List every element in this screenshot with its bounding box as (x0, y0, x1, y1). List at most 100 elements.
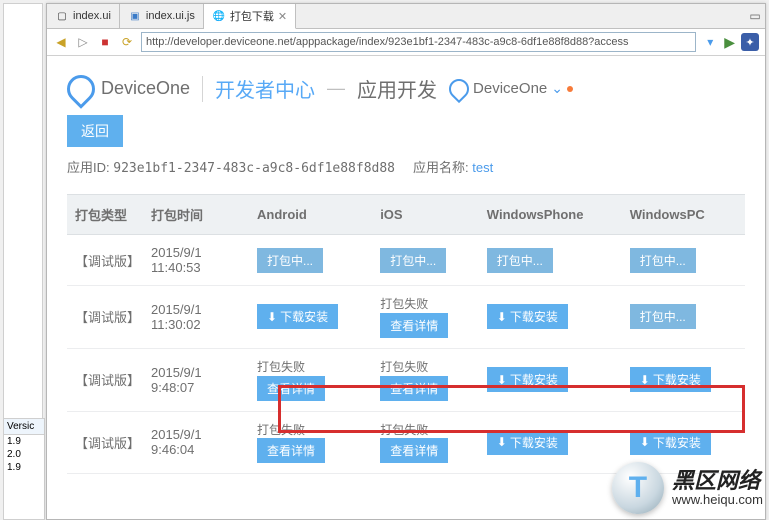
cell-platform: 打包中... (479, 235, 622, 286)
table-row: 【调试版】2015/9/1 9:46:04打包失败查看详情打包失败查看详情⬇下载… (67, 411, 745, 474)
detail-button[interactable]: 查看详情 (257, 438, 325, 463)
brand-secondary-text: DeviceOne (473, 80, 547, 97)
fail-status: 打包失败查看详情 (380, 422, 471, 464)
file-icon: ▢ (55, 9, 69, 23)
col-time: 打包时间 (143, 195, 249, 235)
packing-button[interactable]: 打包中... (630, 304, 696, 329)
version-item: 1.9 (4, 435, 44, 448)
cell-platform: ⬇下载安装 (622, 411, 745, 474)
download-button[interactable]: ⬇下载安装 (487, 304, 568, 329)
detail-button[interactable]: 查看详情 (257, 376, 325, 401)
cell-platform: 打包失败查看详情 (249, 348, 372, 411)
page-header: DeviceOne 开发者中心 — 应用开发 DeviceOne ⌄ (47, 56, 765, 115)
cell-platform: 打包中... (249, 235, 372, 286)
dev-center-label: 开发者中心 (215, 74, 315, 103)
nav-back-icon[interactable]: ◀ (53, 34, 69, 50)
back-button[interactable]: 返回 (67, 115, 123, 147)
fail-label: 打包失败 (380, 297, 428, 311)
packing-button[interactable]: 打包中... (630, 248, 696, 273)
table-row: 【调试版】2015/9/1 11:40:53 打包中... 打包中... 打包中...… (67, 235, 745, 286)
build-table: 打包类型 打包时间 Android iOS WindowsPhone Windo… (67, 194, 745, 474)
version-item: 2.0 (4, 448, 44, 461)
download-label: 下载安装 (280, 308, 328, 325)
download-label: 下载安装 (510, 308, 558, 325)
cell-time: 2015/9/1 11:40:53 (143, 235, 249, 286)
cell-platform: ⬇下载安装 (249, 286, 372, 349)
download-button[interactable]: ⬇下载安装 (257, 304, 338, 329)
minimize-icon[interactable]: ▭ (745, 4, 765, 28)
editor-tabs: ▢ index.ui ▣ index.ui.js 🌐 打包下载 ✕ ▭ (47, 4, 765, 29)
col-android: Android (249, 195, 372, 235)
detail-button[interactable]: 查看详情 (380, 376, 448, 401)
cell-time: 2015/9/1 11:30:02 (143, 286, 249, 349)
refresh-icon[interactable]: ⟳ (119, 34, 135, 50)
download-button[interactable]: ⬇下载安装 (630, 430, 711, 455)
fail-status: 打包失败查看详情 (257, 422, 364, 464)
fail-label: 打包失败 (257, 423, 305, 437)
globe-icon: 🌐 (212, 9, 226, 23)
app-dev-label: 应用开发 (357, 74, 437, 103)
brand: DeviceOne (67, 75, 190, 103)
table-row: 【调试版】2015/9/1 9:48:07打包失败查看详情打包失败查看详情⬇下载… (67, 348, 745, 411)
download-icon: ⬇ (497, 435, 507, 449)
tab-package-download[interactable]: 🌐 打包下载 ✕ (204, 4, 296, 29)
cell-platform: ⬇下载安装 (479, 411, 622, 474)
notify-dot-icon (567, 86, 573, 92)
cell-type: 【调试版】 (67, 286, 143, 349)
cell-time: 2015/9/1 9:46:04 (143, 411, 249, 474)
tab-index-ui[interactable]: ▢ index.ui (47, 4, 120, 28)
fail-label: 打包失败 (380, 360, 428, 374)
download-label: 下载安装 (510, 434, 558, 451)
download-button[interactable]: ⬇下载安装 (630, 367, 711, 392)
detail-button[interactable]: 查看详情 (380, 438, 448, 463)
download-button[interactable]: ⬇下载安装 (487, 367, 568, 392)
side-pane-1 (3, 3, 43, 423)
dash: — (327, 78, 345, 99)
cell-platform: 打包失败查看详情 (372, 348, 479, 411)
versions-panel: Versic 1.9 2.0 1.9 (3, 418, 45, 520)
tab-index-ui-js[interactable]: ▣ index.ui.js (120, 4, 204, 28)
download-icon: ⬇ (267, 310, 277, 324)
app-name-label: 应用名称: (413, 160, 469, 175)
packing-button[interactable]: 打包中... (487, 248, 553, 273)
cell-platform: ⬇下载安装 (622, 348, 745, 411)
app-name-link[interactable]: test (472, 160, 493, 175)
cell-platform: 打包中... (622, 235, 745, 286)
col-windowsphone: WindowsPhone (479, 195, 622, 235)
cell-type: 【调试版】 (67, 235, 143, 286)
brand-logo-icon (445, 74, 473, 102)
packing-button[interactable]: 打包中... (380, 248, 446, 273)
download-icon: ⬇ (640, 373, 650, 387)
cell-platform: 打包中... (372, 235, 479, 286)
page-content: DeviceOne 开发者中心 — 应用开发 DeviceOne ⌄ 返回 应用… (47, 56, 765, 519)
fail-status: 打包失败查看详情 (257, 359, 364, 401)
download-icon: ⬇ (497, 310, 507, 324)
cell-platform: ⬇下载安装 (479, 348, 622, 411)
chevron-down-icon: ⌄ (551, 80, 563, 97)
version-item: 1.9 (4, 461, 44, 474)
download-icon: ⬇ (640, 435, 650, 449)
detail-button[interactable]: 查看详情 (380, 313, 448, 338)
app-id-label: 应用ID: (67, 160, 110, 175)
go-icon[interactable]: ▶ (724, 34, 735, 51)
stop-icon[interactable]: ■ (97, 34, 113, 50)
close-icon[interactable]: ✕ (278, 10, 287, 23)
url-input[interactable] (141, 32, 696, 52)
editor-frame: ▢ index.ui ▣ index.ui.js 🌐 打包下载 ✕ ▭ ◀ ▷ … (46, 3, 766, 520)
fail-label: 打包失败 (257, 360, 305, 374)
fail-status: 打包失败查看详情 (380, 296, 471, 338)
tab-label: index.ui (73, 10, 111, 22)
col-type: 打包类型 (67, 195, 143, 235)
divider (202, 76, 203, 102)
cell-time: 2015/9/1 9:48:07 (143, 348, 249, 411)
settings-icon[interactable]: ✦ (741, 33, 759, 51)
brand-text: DeviceOne (101, 78, 190, 99)
download-icon: ⬇ (497, 373, 507, 387)
col-ios: iOS (372, 195, 479, 235)
download-button[interactable]: ⬇下载安装 (487, 430, 568, 455)
brand-secondary[interactable]: DeviceOne ⌄ (449, 79, 573, 99)
cell-type: 【调试版】 (67, 348, 143, 411)
dropdown-icon[interactable]: ▾ (702, 34, 718, 50)
packing-button[interactable]: 打包中... (257, 248, 323, 273)
nav-forward-icon: ▷ (75, 34, 91, 50)
